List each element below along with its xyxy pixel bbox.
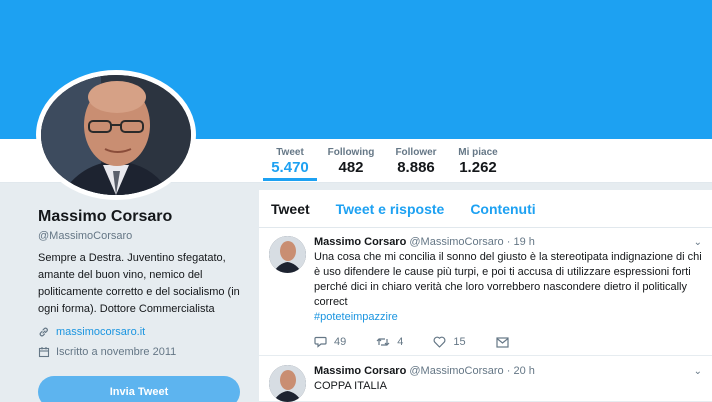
profile-website-link[interactable]: massimocorsaro.it [56,326,145,338]
profile-website-row: massimocorsaro.it [38,326,248,338]
tweet-author-name[interactable]: Massimo Corsaro [314,236,406,248]
tweet-time[interactable]: · 19 h [507,236,535,248]
profile-joined-row: Iscritto a novembre 2011 [38,346,248,358]
avatar-photo [41,75,191,195]
stat-following[interactable]: Following 482 [326,141,376,181]
tweet-header: Massimo Corsaro @MassimoCorsaro · 19 h [314,236,535,248]
envelope-icon [496,336,509,348]
like-count: 15 [453,336,466,348]
profile-card: Massimo Corsaro @MassimoCorsaro Sempre a… [38,208,248,358]
tweet-author-handle[interactable]: @MassimoCorsaro [409,365,503,377]
profile-name[interactable]: Massimo Corsaro [38,208,248,226]
stat-tweets-label: Tweet [276,147,304,158]
tweet-author-name[interactable]: Massimo Corsaro [314,365,406,377]
profile-bio: Sempre a Destra. Juventino sfegatato, am… [38,252,240,315]
profile-avatar[interactable] [36,70,196,200]
heart-icon [433,336,446,348]
reply-count: 49 [334,336,347,348]
tweet-header: Massimo Corsaro @MassimoCorsaro · 20 h [314,365,535,377]
tweet-text: Una cosa che mi concilia il sonno del gi… [314,251,702,308]
tweet-avatar[interactable] [269,236,306,273]
tweet-avatar[interactable] [269,365,306,402]
avatar-photo [269,236,306,273]
retweet-button[interactable]: 4 [376,336,403,348]
stat-likes[interactable]: Mi piace 1.262 [454,141,502,181]
chevron-down-icon[interactable]: ⌄ [694,366,702,377]
tweet-author-handle[interactable]: @MassimoCorsaro [409,236,503,248]
retweet-count: 4 [397,336,404,348]
stat-followers[interactable]: Follower 8.886 [391,141,441,181]
tab-tweet[interactable]: Tweet [271,201,310,217]
retweet-icon [376,338,390,346]
tweet-text: COPPA ITALIA [314,380,387,392]
direct-message-button[interactable] [496,336,516,348]
profile-handle[interactable]: @MassimoCorsaro [38,230,248,242]
tweet-item[interactable]: Massimo Corsaro @MassimoCorsaro · 20 h ⌄… [259,356,712,402]
tweet-actions: 49 4 15 [314,336,546,348]
calendar-icon [38,347,50,358]
avatar-photo [269,365,306,402]
stat-followers-value: 8.886 [397,159,435,176]
timeline-tabs: Tweet Tweet e risposte Contenuti [259,190,712,228]
tweet-button[interactable]: Invia Tweet [38,376,240,402]
reply-icon [314,336,327,348]
stat-following-value: 482 [338,159,364,176]
tab-contenuti[interactable]: Contenuti [470,201,535,217]
tweet-item[interactable]: Massimo Corsaro @MassimoCorsaro · 19 h ⌄… [259,228,712,356]
stat-following-label: Following [327,147,375,158]
tab-tweet-e-risposte[interactable]: Tweet e risposte [336,201,445,217]
reply-button[interactable]: 49 [314,336,346,348]
like-button[interactable]: 15 [433,336,466,348]
chevron-down-icon[interactable]: ⌄ [694,237,702,248]
stat-followers-label: Follower [395,147,437,158]
stat-tweets-value: 5.470 [271,159,309,176]
tweet-time[interactable]: · 20 h [507,365,535,377]
stat-tweets[interactable]: Tweet 5.470 [263,141,317,181]
tweet-text-block: Una cosa che mi concilia il sonno del gi… [314,250,702,325]
stat-likes-label: Mi piace [458,147,498,158]
stat-likes-value: 1.262 [459,159,497,176]
link-icon [39,327,48,337]
timeline: Tweet Tweet e risposte Contenuti Massimo… [259,190,712,402]
profile-joined: Iscritto a novembre 2011 [56,346,177,358]
tweet-hashtag[interactable]: #poteteimpazzire [314,310,702,325]
